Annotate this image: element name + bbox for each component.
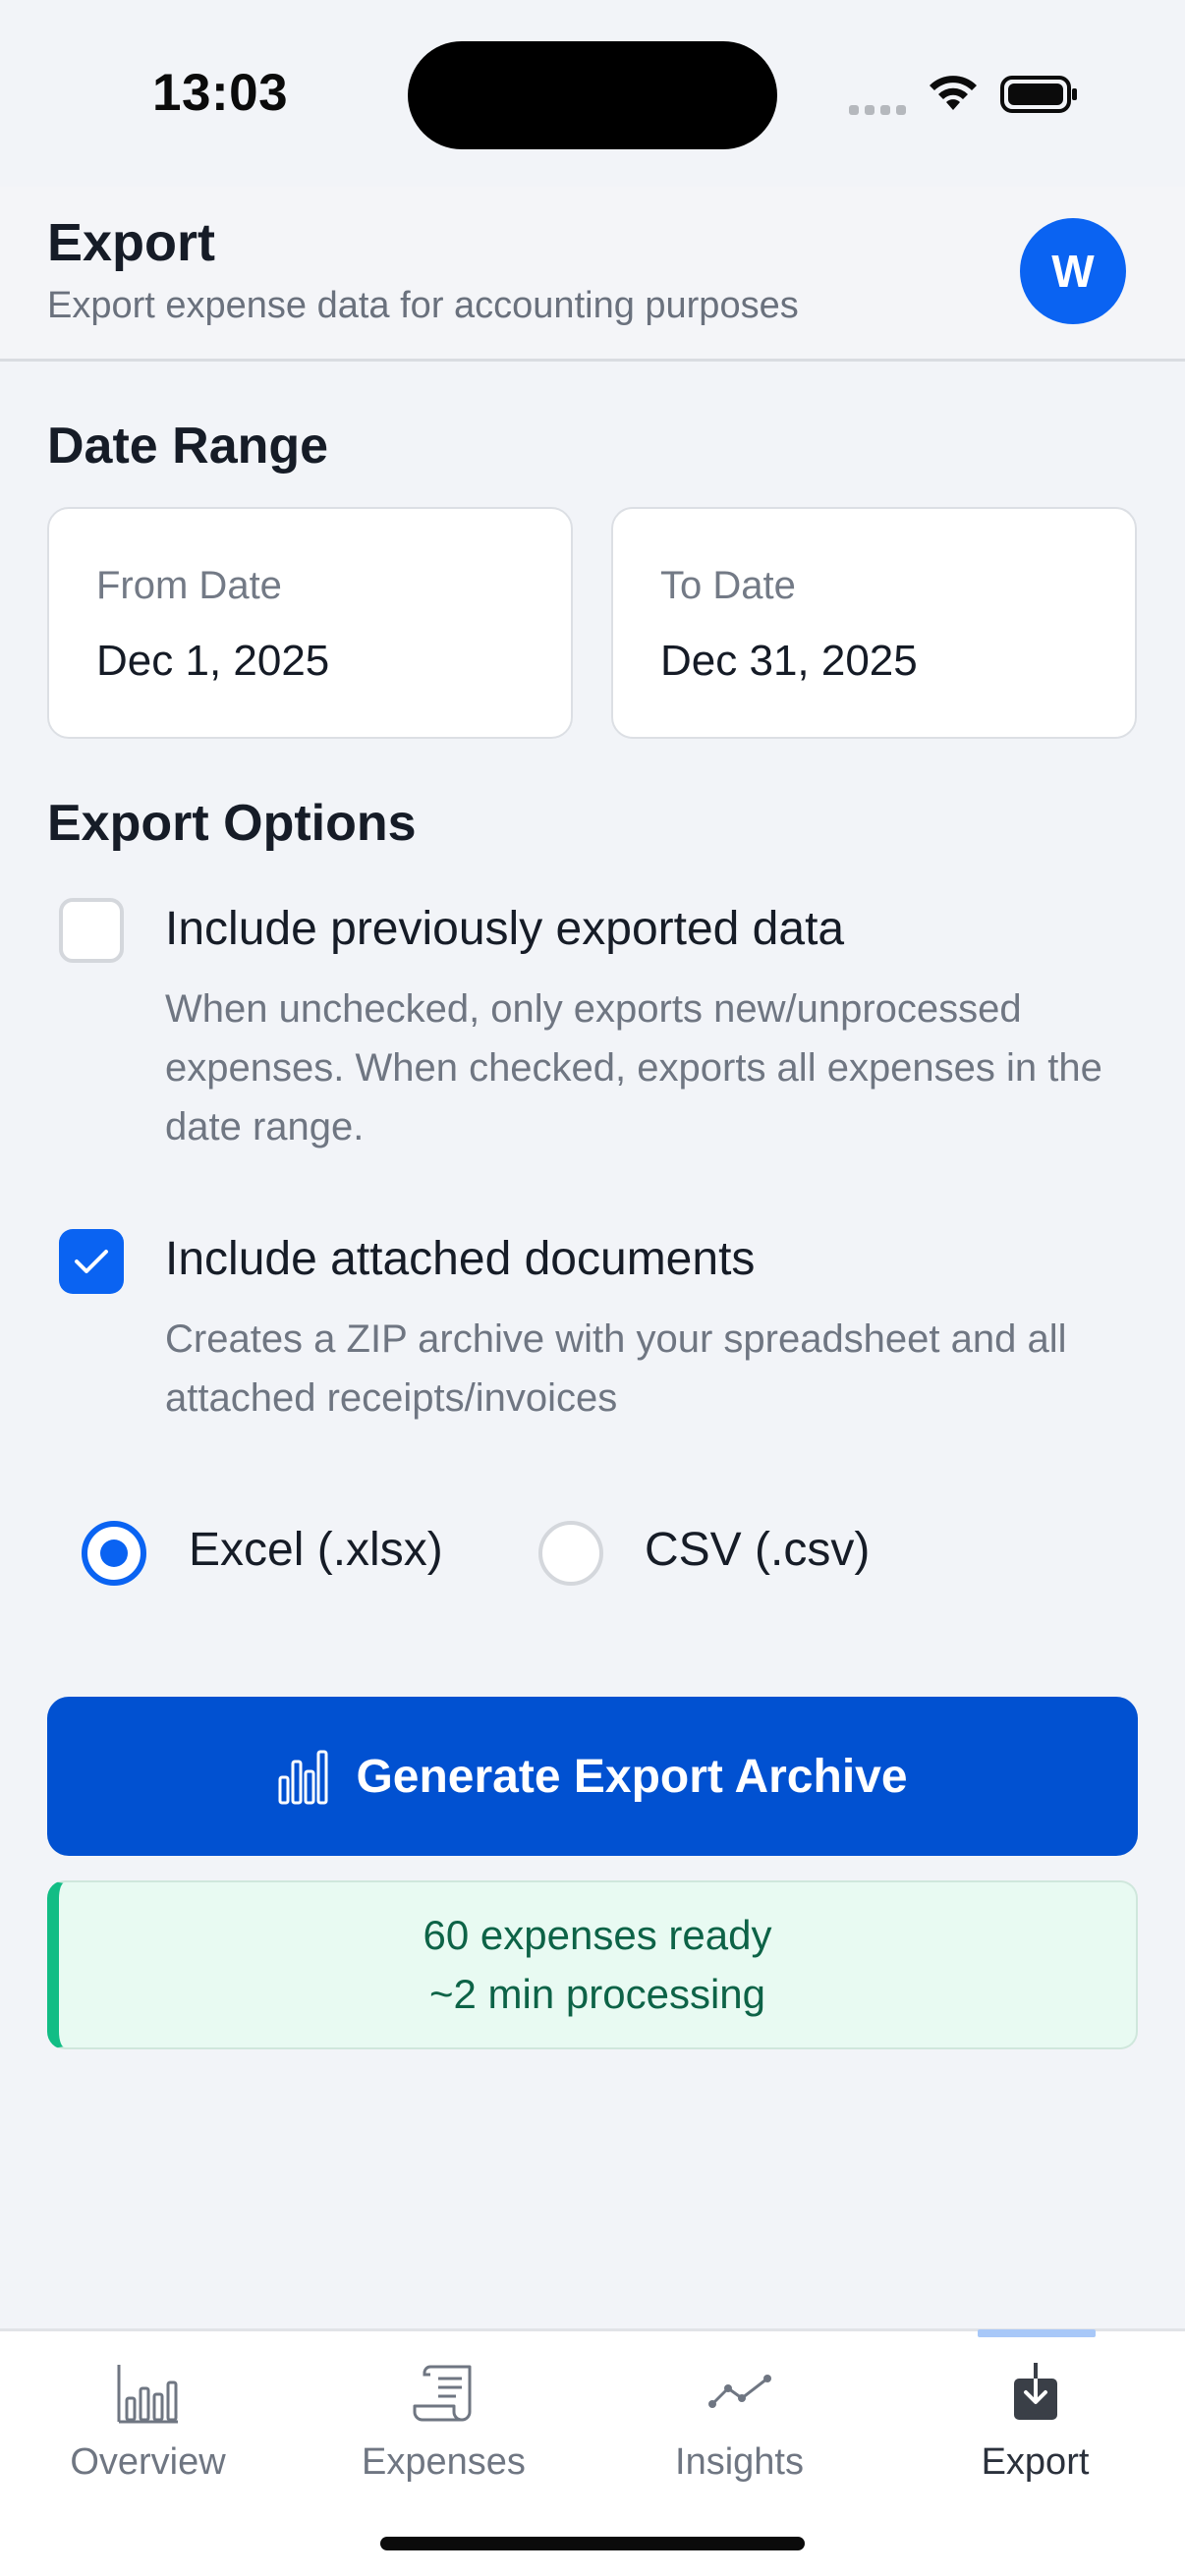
- bar-chart-icon: [117, 2365, 178, 2424]
- include-documents-label[interactable]: Include attached documents: [165, 1232, 755, 1286]
- format-csv-label[interactable]: CSV (.csv): [645, 1523, 870, 1577]
- tab-expenses[interactable]: Expenses: [296, 2331, 592, 2528]
- tab-export[interactable]: Export: [887, 2331, 1183, 2528]
- include-documents-description: Creates a ZIP archive with your spreadsh…: [165, 1317, 1067, 1420]
- include-previous-checkbox[interactable]: [59, 898, 124, 963]
- format-excel-radio[interactable]: [82, 1521, 146, 1586]
- export-status-banner: 60 expenses ready ~2 min processing: [47, 1880, 1138, 2049]
- page-header: Export Export expense data for accountin…: [0, 187, 1185, 362]
- from-date-label: From Date: [96, 564, 282, 607]
- tab-export-label: Export: [981, 2441, 1090, 2483]
- user-avatar[interactable]: W: [1020, 218, 1126, 324]
- dynamic-island: [408, 41, 777, 149]
- expenses-ready-text: 60 expenses ready: [423, 1912, 772, 1958]
- processing-time-text: ~2 min processing: [428, 1971, 765, 2017]
- wifi-icon: [930, 76, 977, 110]
- to-date-field[interactable]: To Date Dec 31, 2025: [611, 507, 1137, 739]
- to-date-value: Dec 31, 2025: [660, 637, 918, 685]
- battery-icon: [1000, 76, 1077, 113]
- status-time: 13:03: [152, 64, 289, 122]
- generate-export-label: Generate Export Archive: [356, 1750, 908, 1803]
- export-screen: 13:03 Export Export expense data for acc…: [0, 0, 1185, 2576]
- page-subtitle: Export expense data for accounting purpo…: [47, 285, 799, 326]
- page-title: Export: [47, 213, 216, 272]
- export-options-heading: Export Options: [47, 795, 417, 852]
- tab-insights[interactable]: Insights: [592, 2331, 887, 2528]
- trend-line-icon: [707, 2375, 771, 2408]
- format-excel-label[interactable]: Excel (.xlsx): [189, 1523, 443, 1577]
- tab-expenses-label: Expenses: [362, 2441, 526, 2483]
- receipt-icon: [413, 2365, 471, 2422]
- home-indicator: [380, 2537, 805, 2550]
- generate-export-button[interactable]: Generate Export Archive: [47, 1697, 1138, 1856]
- status-bar: 13:03: [0, 0, 1185, 187]
- from-date-field[interactable]: From Date Dec 1, 2025: [47, 507, 573, 739]
- include-previous-description: When unchecked, only exports new/unproce…: [165, 987, 1102, 1148]
- to-date-label: To Date: [660, 564, 796, 607]
- date-range-heading: Date Range: [47, 418, 329, 475]
- include-documents-checkbox[interactable]: [59, 1229, 124, 1294]
- from-date-value: Dec 1, 2025: [96, 637, 330, 685]
- include-previous-label[interactable]: Include previously exported data: [165, 902, 844, 956]
- format-csv-radio[interactable]: [538, 1521, 603, 1586]
- tab-insights-label: Insights: [675, 2441, 804, 2483]
- tab-overview-label: Overview: [70, 2441, 226, 2483]
- tab-overview[interactable]: Overview: [0, 2331, 296, 2528]
- bar-chart-icon: [278, 1750, 328, 1805]
- checkmark-icon: [75, 1250, 108, 1273]
- cellular-signal-icon: [849, 105, 908, 115]
- download-icon: [1013, 2363, 1057, 2420]
